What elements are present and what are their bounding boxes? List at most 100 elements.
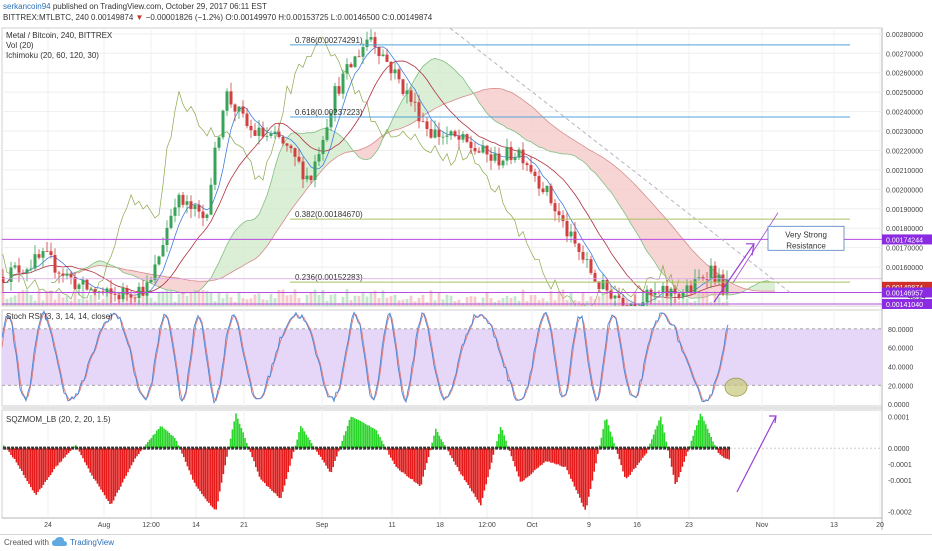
- momentum-bar: [194, 448, 196, 483]
- momentum-bar: [610, 432, 612, 449]
- momentum-bar: [113, 448, 115, 500]
- candle-body: [462, 134, 465, 140]
- cloud-segment: [543, 117, 547, 150]
- cloud-segment: [571, 138, 575, 156]
- momentum-bar: [55, 448, 57, 466]
- cloud-segment: [531, 106, 535, 145]
- cloud-segment: [443, 61, 447, 105]
- momentum-bar: [710, 437, 712, 448]
- cloud-segment: [635, 185, 639, 237]
- candle-body: [406, 90, 409, 94]
- candle-body: [78, 285, 81, 289]
- cloud-segment: [175, 278, 179, 293]
- volume-bar: [574, 300, 577, 306]
- momentum-bar: [575, 448, 577, 490]
- momentum-bar: [583, 448, 585, 507]
- candle-body: [202, 212, 205, 218]
- cloud-segment: [579, 143, 583, 161]
- cloud-segment: [279, 145, 283, 228]
- volume-bar: [718, 297, 721, 306]
- volume-bar: [406, 299, 409, 306]
- momentum-bar: [674, 448, 676, 484]
- cloud-segment: [239, 223, 243, 268]
- momentum-bar: [397, 448, 399, 468]
- momentum-bar: [161, 427, 163, 448]
- volume-bar: [726, 301, 729, 306]
- momentum-bar: [30, 448, 32, 487]
- volume-bar: [150, 298, 153, 306]
- momentum-bar: [550, 448, 552, 463]
- momentum-bar: [595, 448, 597, 463]
- stoch-rsi-axis-label: 80.0000: [888, 327, 913, 334]
- momentum-bar: [275, 448, 277, 493]
- momentum-bar: [581, 448, 583, 503]
- momentum-bar: [97, 448, 99, 484]
- candle-body: [286, 143, 289, 145]
- momentum-bar: [635, 448, 637, 468]
- momentum-axis-label: 0.0001: [888, 414, 910, 421]
- volume-bar: [86, 300, 89, 306]
- volume-bar: [398, 300, 401, 306]
- momentum-bar: [203, 448, 205, 496]
- momentum-bar: [264, 448, 266, 483]
- candle-body: [414, 102, 417, 103]
- candle-body: [714, 266, 717, 283]
- volume-bar: [358, 296, 361, 306]
- momentum-bar: [208, 448, 210, 503]
- momentum-bar: [44, 448, 46, 482]
- momentum-bar: [332, 448, 334, 467]
- volume-bar: [626, 298, 629, 306]
- momentum-bar: [35, 448, 37, 495]
- momentum-bar: [241, 428, 243, 448]
- volume-bar: [342, 297, 345, 306]
- momentum-bar: [46, 448, 48, 480]
- momentum-bar: [577, 448, 579, 494]
- candle-body: [82, 280, 85, 285]
- momentum-bar: [287, 448, 289, 472]
- cloud-segment: [491, 88, 495, 120]
- candle-body: [42, 251, 45, 258]
- cloud-segment: [235, 227, 239, 270]
- stoch-rsi-title: Stoch RSI (3, 3, 14, 14, close): [6, 312, 113, 321]
- momentum-bar: [188, 448, 190, 470]
- momentum-bar: [574, 448, 576, 486]
- cloud-segment: [539, 113, 543, 148]
- cloud-segment: [231, 231, 235, 273]
- momentum-bar: [572, 448, 574, 482]
- momentum-bar: [707, 429, 709, 448]
- candle-body: [234, 104, 237, 111]
- volume-bar: [474, 297, 477, 306]
- momentum-bar: [678, 448, 680, 477]
- level-tag-label: 0.00146957: [886, 290, 923, 297]
- momentum-bar: [154, 434, 156, 448]
- cloud-segment: [659, 211, 663, 274]
- momentum-bar: [523, 448, 525, 480]
- momentum-title: SQZMOM_LB (20, 2, 20, 1.5): [6, 415, 111, 424]
- momentum-bar: [221, 448, 223, 483]
- momentum-bar: [655, 429, 657, 448]
- cloud-segment: [619, 169, 623, 210]
- momentum-bar: [14, 448, 16, 459]
- publish-line: serkancoin94 published on TradingView.co…: [3, 2, 267, 11]
- time-axis-label: 11: [388, 522, 395, 529]
- chart-area[interactable]: 0.786(0.00274291)0.618(0.00237223)0.382(…: [0, 26, 932, 534]
- momentum-bar: [345, 431, 347, 448]
- candle-body: [238, 106, 241, 111]
- momentum-bar: [109, 448, 111, 504]
- candle: [354, 56, 357, 68]
- volume-bar: [34, 301, 37, 306]
- author-link[interactable]: serkancoin94: [3, 2, 51, 11]
- candle-body: [230, 91, 233, 104]
- cloud-segment: [291, 132, 295, 210]
- momentum-bar: [602, 429, 604, 448]
- momentum-bar: [52, 448, 54, 472]
- chart-svg[interactable]: 0.786(0.00274291)0.618(0.00237223)0.382(…: [0, 26, 932, 534]
- tradingview-brand[interactable]: TradingView: [70, 538, 114, 547]
- stoch-rsi-axis-label: 20.0000: [888, 383, 913, 390]
- price-axis-label: 0.00230000: [886, 129, 923, 136]
- momentum-bar: [84, 448, 86, 462]
- candle-body: [366, 40, 369, 47]
- price-axis-label: 0.00220000: [886, 148, 923, 155]
- momentum-bar: [23, 448, 25, 475]
- momentum-bar: [498, 434, 500, 448]
